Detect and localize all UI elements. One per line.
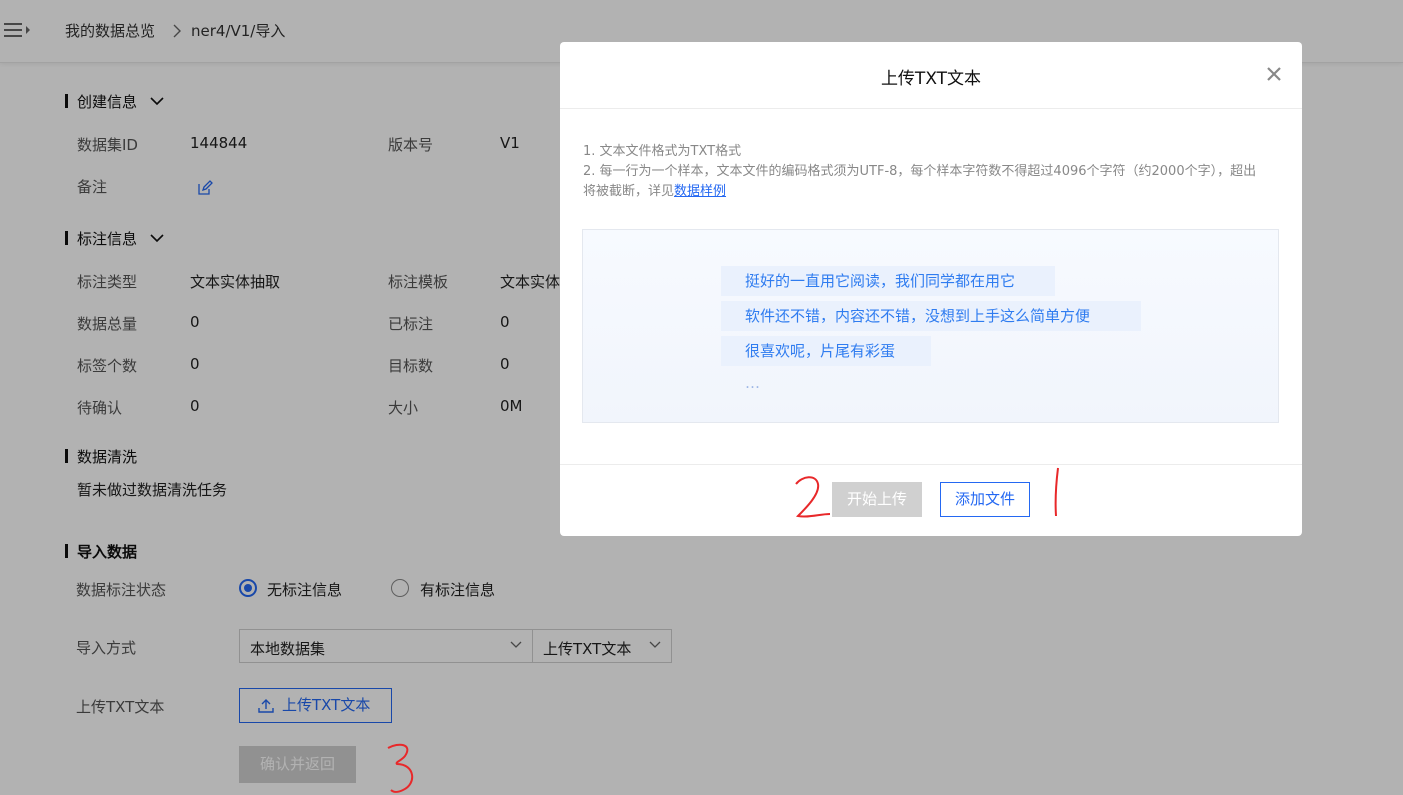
- upload-txt-dialog: 上传TXT文本 1. 文本文件格式为TXT格式 2. 每一行为一个样本，文本文件…: [560, 42, 1302, 536]
- handwritten-annotation-2: [795, 476, 831, 518]
- dialog-header: 上传TXT文本: [560, 42, 1302, 109]
- dialog-title: 上传TXT文本: [880, 69, 982, 89]
- sample-line: 很喜欢呢，片尾有彩蛋: [721, 336, 931, 366]
- sample-line: 挺好的一直用它阅读，我们同学都在用它: [721, 266, 1055, 296]
- format-note-2: 2. 每一行为一个样本，文本文件的编码格式须为UTF-8，每个样本字符数不得超过…: [583, 164, 1257, 179]
- add-file-button[interactable]: 添加文件: [940, 482, 1030, 517]
- sample-ellipsis: …: [745, 374, 760, 392]
- dialog-footer: 开始上传 添加文件: [560, 464, 1302, 537]
- format-note-2-tail: 将被截断，详见: [583, 184, 675, 199]
- handwritten-annotation-3: [387, 743, 413, 793]
- format-note-1: 1. 文本文件格式为TXT格式: [583, 144, 742, 159]
- sample-preview-box: 挺好的一直用它阅读，我们同学都在用它 软件还不错，内容还不错，没想到上手这么简单…: [582, 229, 1279, 423]
- close-icon[interactable]: [1266, 66, 1282, 82]
- data-sample-link[interactable]: 数据样例: [674, 184, 726, 199]
- start-upload-button[interactable]: 开始上传: [832, 482, 922, 517]
- handwritten-annotation-1: [1054, 467, 1059, 517]
- format-note-2-continued: 将被截断，详见数据样例: [583, 180, 726, 199]
- sample-line: 软件还不错，内容还不错，没想到上手这么简单方便: [721, 301, 1141, 331]
